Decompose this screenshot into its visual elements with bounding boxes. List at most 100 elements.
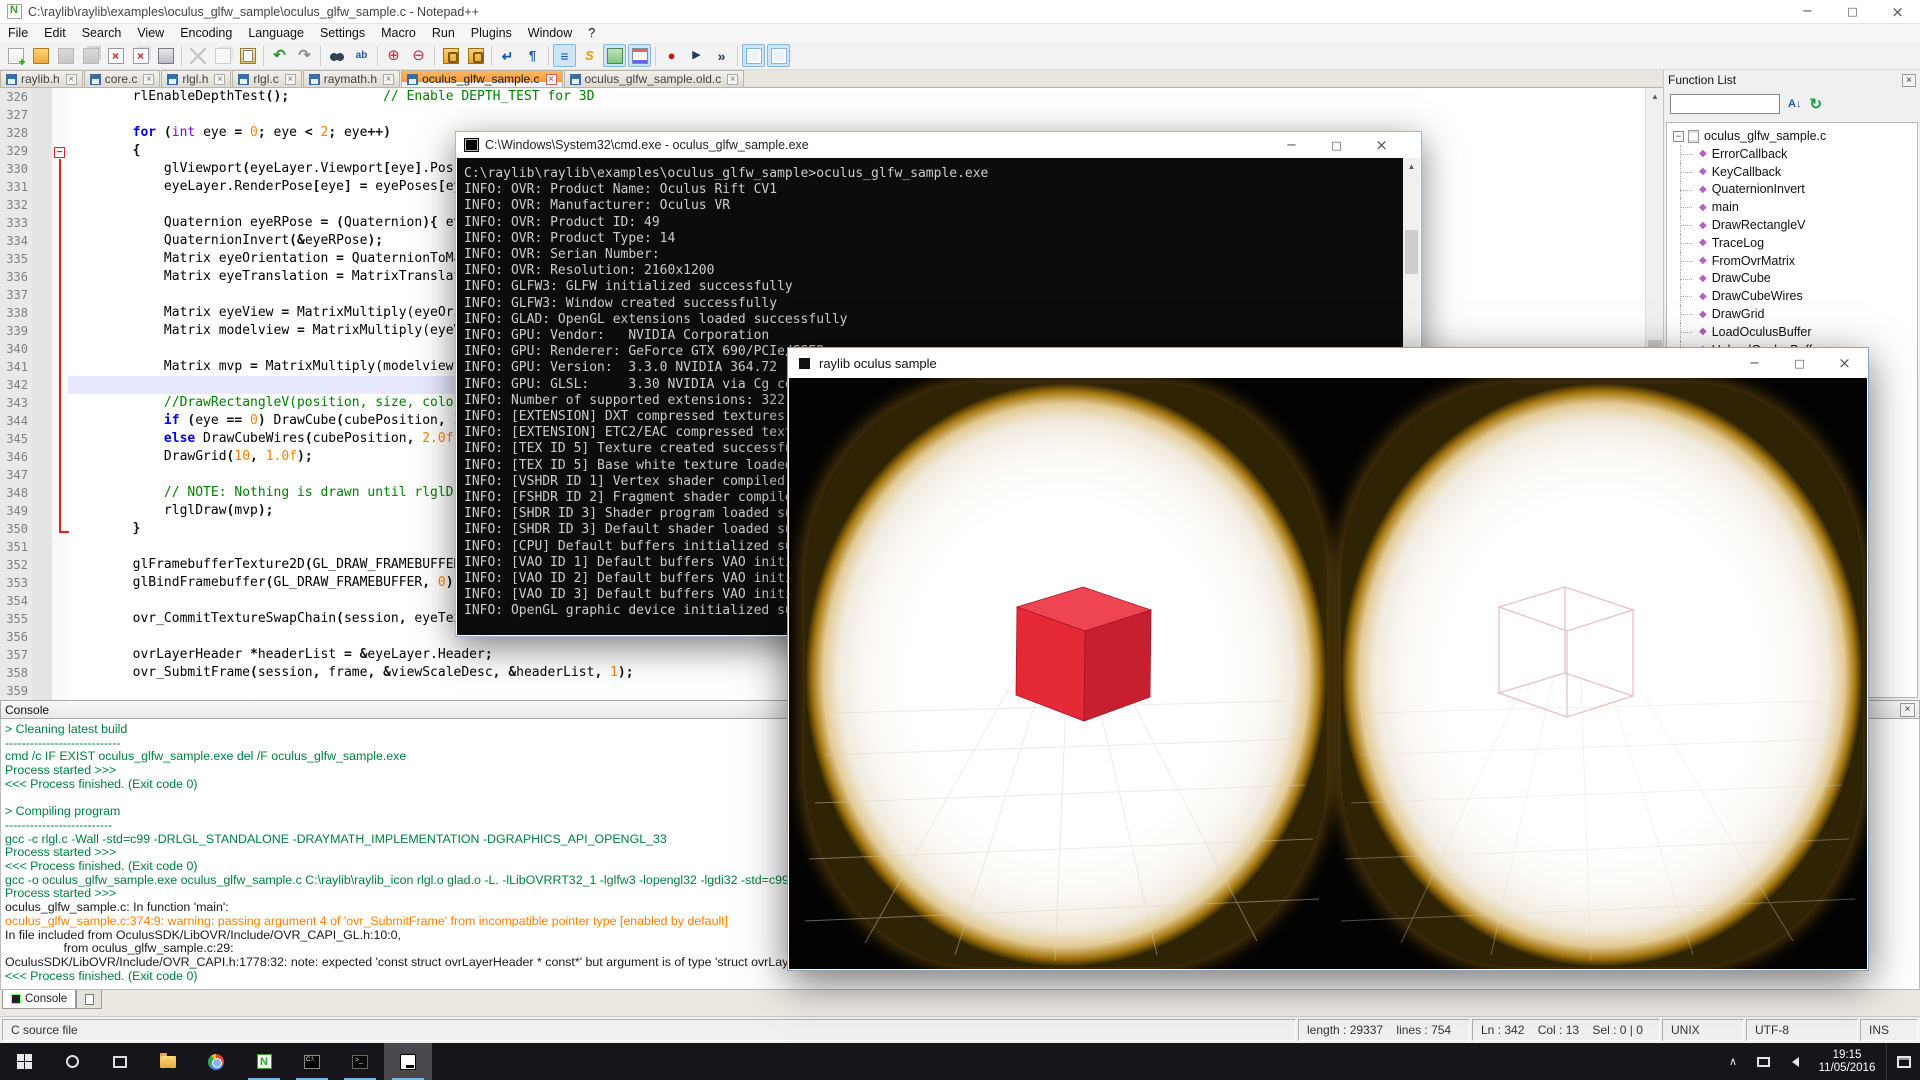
action-center-button[interactable] xyxy=(1886,1043,1920,1080)
bookmark-margin[interactable] xyxy=(32,574,52,592)
tab-close-icon[interactable]: × xyxy=(383,74,394,85)
function-item-DrawGrid[interactable]: ◆DrawGrid xyxy=(1673,305,1917,323)
fold-margin[interactable] xyxy=(52,664,68,682)
menu-edit[interactable]: Edit xyxy=(36,24,74,42)
fold-margin[interactable] xyxy=(52,160,68,178)
status-eol-format[interactable]: UNIX xyxy=(1662,1019,1744,1041)
fold-margin[interactable] xyxy=(52,124,68,142)
bookmark-margin[interactable] xyxy=(32,502,52,520)
bookmark-margin[interactable] xyxy=(32,646,52,664)
cmd-titlebar[interactable]: C:\Windows\System32\cmd.exe - oculus_glf… xyxy=(456,132,1421,158)
task-view-button[interactable] xyxy=(96,1043,144,1080)
status-encoding[interactable]: UTF-8 xyxy=(1746,1019,1858,1041)
function-completion-icon[interactable] xyxy=(578,44,601,67)
doc-monitor-icon[interactable] xyxy=(742,44,765,67)
tab-close-icon[interactable]: × xyxy=(546,74,557,85)
fold-margin[interactable] xyxy=(52,466,68,484)
redo-icon[interactable] xyxy=(293,44,316,67)
tray-chevron-up-icon[interactable]: ∧ xyxy=(1718,1043,1748,1080)
cmd-minimize-button[interactable] xyxy=(1269,132,1314,158)
menu-run[interactable]: Run xyxy=(424,24,463,42)
sort-az-icon[interactable]: A↓ xyxy=(1788,98,1801,110)
file-explorer-icon[interactable] xyxy=(144,1043,192,1080)
copy-icon[interactable] xyxy=(211,44,234,67)
code-text[interactable] xyxy=(68,106,1645,124)
menu-language[interactable]: Language xyxy=(240,24,312,42)
bookmark-margin[interactable] xyxy=(32,376,52,394)
fold-margin[interactable] xyxy=(52,322,68,340)
fold-margin[interactable] xyxy=(52,268,68,286)
zoom-in-icon[interactable] xyxy=(382,44,405,67)
collapse-icon[interactable]: − xyxy=(1673,131,1684,142)
bookmark-margin[interactable] xyxy=(32,106,52,124)
fold-margin[interactable] xyxy=(52,232,68,250)
tab-raymath.h[interactable]: raymath.h× xyxy=(303,70,400,87)
fold-margin[interactable] xyxy=(52,592,68,610)
fold-margin[interactable] xyxy=(52,412,68,430)
print-icon[interactable] xyxy=(154,44,177,67)
fold-margin[interactable] xyxy=(52,610,68,628)
tab-raylib.h[interactable]: raylib.h× xyxy=(0,70,83,87)
tab-oculus_glfw_sample.old.c[interactable]: oculus_glfw_sample.old.c× xyxy=(564,70,745,87)
status-insert-mode[interactable]: INS xyxy=(1860,1019,1918,1041)
tab-close-icon[interactable]: × xyxy=(727,74,738,85)
fold-margin[interactable] xyxy=(52,214,68,232)
function-item-DrawCubeWires[interactable]: ◆DrawCubeWires xyxy=(1673,287,1917,305)
new-file-icon[interactable] xyxy=(4,44,27,67)
function-item-KeyCallback[interactable]: ◆KeyCallback xyxy=(1673,163,1917,181)
start-button[interactable] xyxy=(0,1043,48,1080)
bookmark-margin[interactable] xyxy=(32,322,52,340)
function-item-DrawCube[interactable]: ◆DrawCube xyxy=(1673,270,1917,288)
macro-record-icon[interactable] xyxy=(660,44,683,67)
function-list-close-icon[interactable]: × xyxy=(1902,74,1916,87)
bookmark-margin[interactable] xyxy=(32,592,52,610)
sync-vertical-icon[interactable] xyxy=(439,44,462,67)
function-item-LoadOculusBuffer[interactable]: ◆LoadOculusBuffer xyxy=(1673,323,1917,341)
menu-help[interactable]: ? xyxy=(580,24,603,42)
bookmark-margin[interactable] xyxy=(32,520,52,538)
bookmark-margin[interactable] xyxy=(32,124,52,142)
code-text[interactable]: rlEnableDepthTest(); // Enable DEPTH_TES… xyxy=(68,88,1645,106)
menu-window[interactable]: Window xyxy=(520,24,580,42)
function-item-DrawRectangleV[interactable]: ◆DrawRectangleV xyxy=(1673,216,1917,234)
macro-run-multiple-icon[interactable] xyxy=(710,44,733,67)
document-map-icon[interactable] xyxy=(603,44,626,67)
bookmark-margin[interactable] xyxy=(32,268,52,286)
bookmark-margin[interactable] xyxy=(32,304,52,322)
secondary-panel-tab[interactable] xyxy=(76,990,102,1009)
bookmark-margin[interactable] xyxy=(32,178,52,196)
indent-guide-icon[interactable] xyxy=(553,44,576,67)
undo-icon[interactable] xyxy=(268,44,291,67)
function-tree-root[interactable]: − oculus_glfw_sample.c xyxy=(1673,127,1917,145)
fold-margin[interactable] xyxy=(52,88,68,106)
bookmark-margin[interactable] xyxy=(32,142,52,160)
fold-margin[interactable] xyxy=(52,520,68,538)
open-file-icon[interactable] xyxy=(29,44,52,67)
minimize-button[interactable] xyxy=(1785,0,1830,23)
bookmark-margin[interactable] xyxy=(32,412,52,430)
bookmark-margin[interactable] xyxy=(32,88,52,106)
fold-margin[interactable] xyxy=(52,448,68,466)
fold-margin[interactable] xyxy=(52,394,68,412)
bookmark-margin[interactable] xyxy=(32,466,52,484)
paste-icon[interactable] xyxy=(236,44,259,67)
tab-rlgl.h[interactable]: rlgl.h× xyxy=(161,70,231,87)
cmd-scrollbar-thumb[interactable] xyxy=(1405,230,1418,274)
fold-margin[interactable] xyxy=(52,628,68,646)
bookmark-margin[interactable] xyxy=(32,394,52,412)
save-all-icon[interactable] xyxy=(79,44,102,67)
bookmark-margin[interactable] xyxy=(32,250,52,268)
tab-close-icon[interactable]: × xyxy=(143,74,154,85)
fold-margin[interactable] xyxy=(52,250,68,268)
maximize-button[interactable] xyxy=(1830,0,1875,23)
find-icon[interactable] xyxy=(325,44,348,67)
fold-margin[interactable] xyxy=(52,358,68,376)
tab-close-icon[interactable]: × xyxy=(66,74,77,85)
cmd-close-button[interactable] xyxy=(1359,132,1404,158)
bookmark-margin[interactable] xyxy=(32,538,52,556)
scroll-up-icon[interactable]: ▲ xyxy=(1646,88,1664,105)
tab-core.c[interactable]: core.c× xyxy=(84,70,161,87)
bookmark-margin[interactable] xyxy=(32,448,52,466)
fold-margin[interactable] xyxy=(52,286,68,304)
cmd-maximize-button[interactable] xyxy=(1314,132,1359,158)
